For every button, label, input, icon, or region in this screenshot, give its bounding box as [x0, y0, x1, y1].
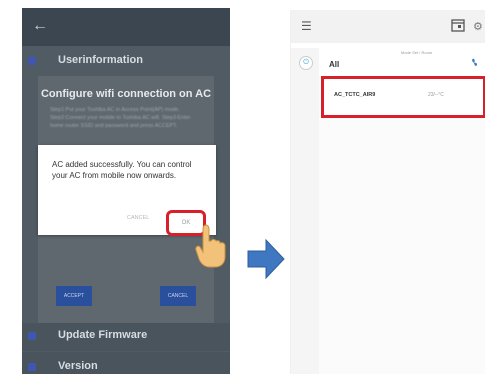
- menu-item-label: Version: [58, 360, 98, 372]
- settings-icon[interactable]: ⚙: [473, 20, 483, 33]
- pointing-hand-icon: [195, 224, 226, 268]
- dialog-title: Configure wifi connection on AC: [40, 88, 212, 100]
- menu-item-label: Userinformation: [58, 54, 143, 66]
- dialog-instructions: Step1:Put your Toshiba AC in Access Poin…: [50, 107, 191, 129]
- calendar-icon[interactable]: [451, 18, 465, 32]
- top-app-bar: ☰ ⚙: [291, 10, 485, 43]
- group-sidebar: ⏻: [291, 48, 319, 374]
- power-icon[interactable]: ⏻: [299, 56, 313, 70]
- menu-item-label: Update Firmware: [58, 329, 148, 341]
- right-phone-screen: ☰ ⚙ ⏻ All Mode Set / Room AC_TCTC_AIR9 2…: [290, 10, 485, 374]
- ac-name: AC_TCTC_AIR9: [334, 92, 376, 98]
- menu-item-update-firmware[interactable]: Update Firmware: [22, 323, 230, 351]
- top-app-bar: ←: [22, 8, 230, 46]
- ac-list-item[interactable]: AC_TCTC_AIR9 23/--°C: [321, 76, 485, 118]
- info-icon: [28, 363, 36, 371]
- user-icon: [28, 57, 36, 65]
- back-arrow-icon[interactable]: ←: [32, 17, 48, 35]
- menu-item-version[interactable]: Version: [22, 352, 230, 374]
- success-message: AC added successfully. You can control y…: [52, 160, 192, 180]
- accept-button[interactable]: ACCEPT: [56, 286, 92, 306]
- ac-temperature: 23/--°C: [428, 92, 444, 98]
- fan-icon: [472, 58, 478, 66]
- right-arrow-icon: [247, 238, 285, 280]
- success-cancel-button[interactable]: CANCEL: [127, 215, 149, 221]
- column-headers: Mode Set / Room: [401, 50, 433, 55]
- cancel-button[interactable]: CANCEL: [160, 286, 196, 306]
- ac-list-empty-area: [319, 118, 485, 374]
- firmware-icon: [28, 332, 36, 340]
- hamburger-menu-icon[interactable]: ☰: [301, 19, 312, 33]
- group-label-all[interactable]: All: [329, 60, 339, 69]
